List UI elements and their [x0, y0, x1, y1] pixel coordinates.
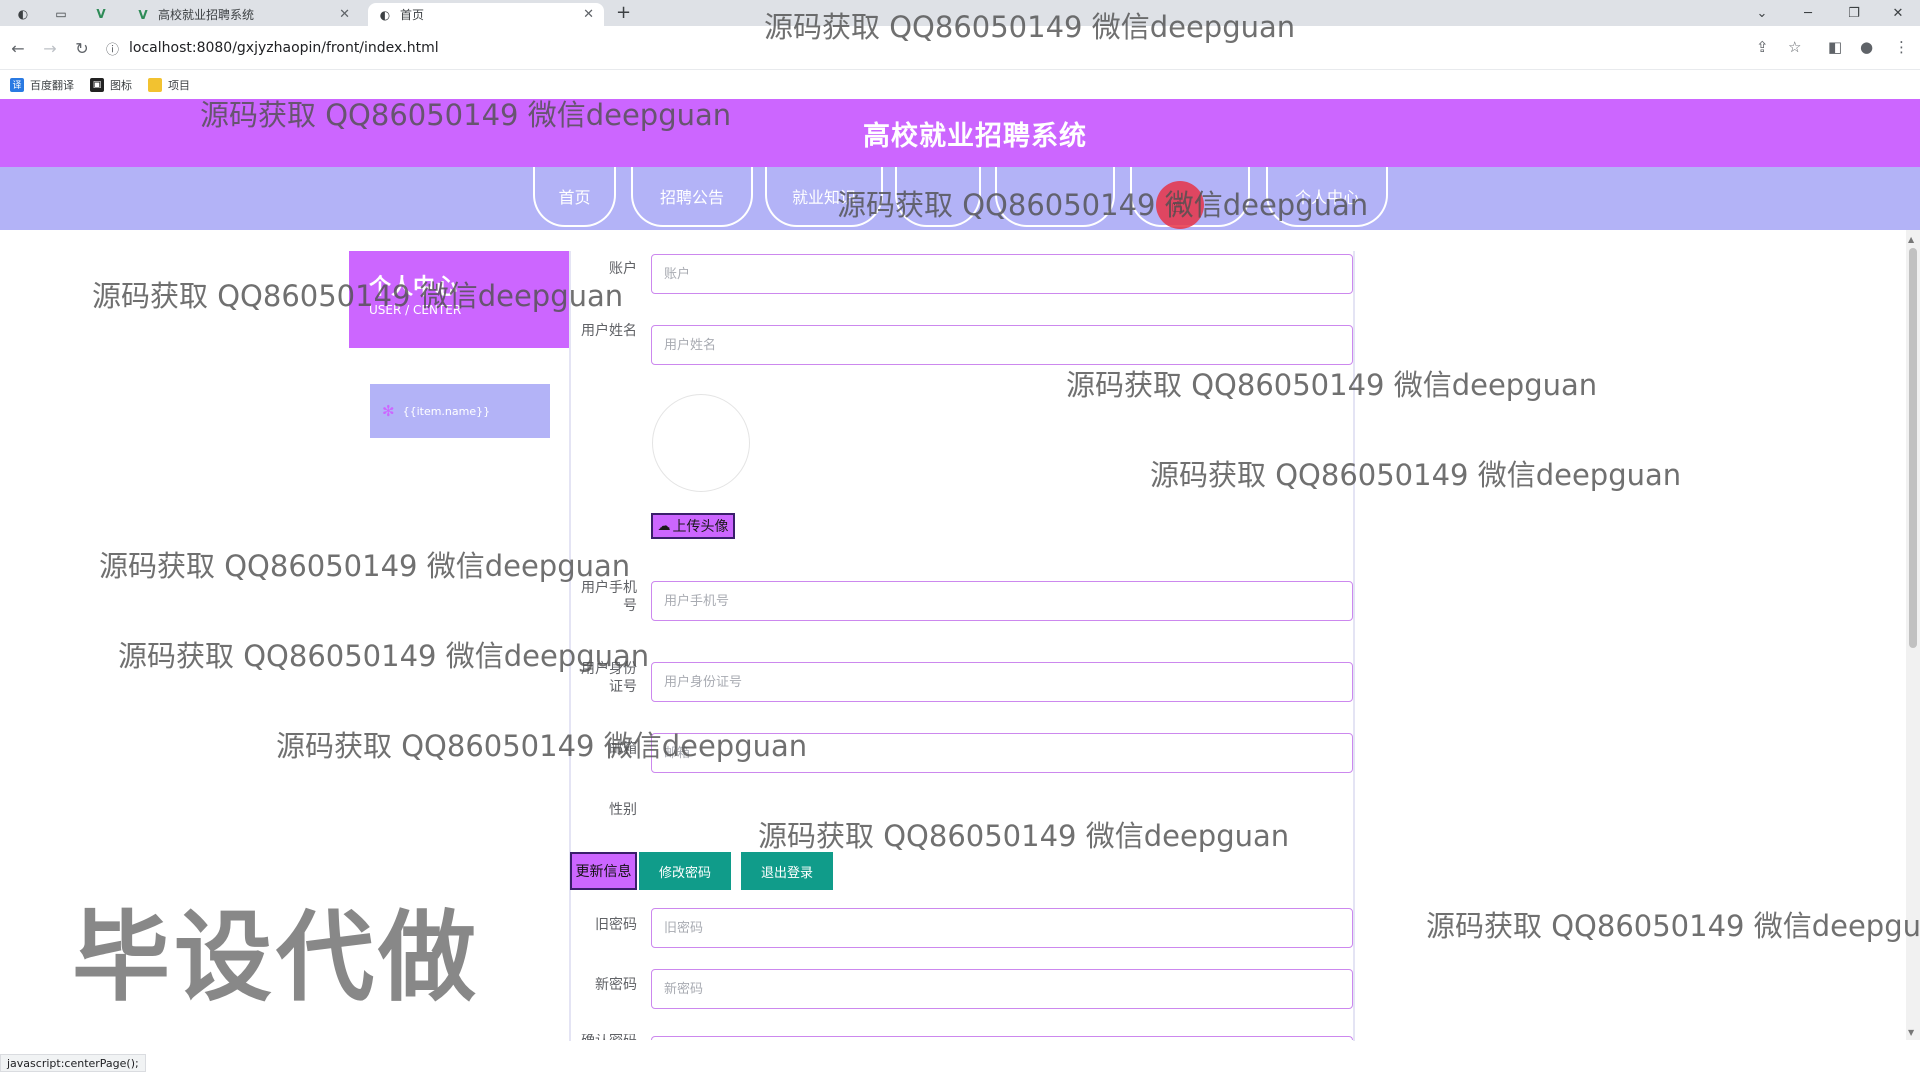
browser-tab[interactable]: V 高校就业招聘系统 ✕ — [126, 3, 360, 26]
browser-tab-active[interactable]: ◐ 首页 ✕ — [368, 3, 604, 26]
phone-input[interactable] — [651, 581, 1353, 621]
asterisk-icon: ✻ — [382, 402, 395, 420]
update-info-button[interactable]: 更新信息 — [570, 852, 637, 890]
profile-icon[interactable]: ● — [1860, 38, 1873, 56]
watermark: 源码获取 QQ86050149 微信deepguan — [837, 188, 1369, 222]
forward-icon[interactable]: → — [38, 36, 62, 60]
watermark: 源码获取 QQ86050149 微信deepguan — [764, 10, 1296, 44]
side-panel-icon[interactable]: ◧ — [1828, 38, 1842, 56]
restore-icon[interactable]: ❐ — [1832, 0, 1876, 26]
scroll-up-icon[interactable]: ▲ — [1908, 235, 1914, 244]
avatar — [652, 394, 750, 492]
id-card-input[interactable] — [651, 662, 1353, 702]
button-label: 退出登录 — [760, 865, 813, 881]
scrollbar-thumb[interactable] — [1909, 248, 1917, 648]
name-label: 用户姓名 — [581, 323, 637, 339]
pinned-tab-vue-icon[interactable]: V — [86, 3, 116, 25]
watermark: 源码获取 QQ86050149 微信deepguan — [92, 279, 624, 313]
old-password-input[interactable] — [651, 908, 1353, 948]
window-close-icon[interactable]: ✕ — [1876, 0, 1920, 26]
reload-icon[interactable]: ↻ — [70, 36, 94, 60]
watermark: 源码获取 QQ86050149 微信deepguan — [200, 98, 732, 132]
account-input[interactable] — [651, 254, 1353, 294]
close-tab-icon[interactable]: ✕ — [583, 7, 594, 22]
back-icon[interactable]: ← — [6, 36, 30, 60]
watermark: 源码获取 QQ86050149 微信deepguan — [1150, 458, 1682, 492]
sidebar-item-label: {{item.name}} — [402, 404, 491, 418]
bookmark-label: 百度翻译 — [30, 78, 74, 92]
change-password-button[interactable]: 修改密码 — [639, 852, 731, 890]
minimize-icon[interactable]: ─ — [1786, 0, 1830, 26]
logout-button[interactable]: 退出登录 — [741, 852, 833, 890]
watermark: 源码获取 QQ86050149 微信deepguan — [1066, 368, 1598, 402]
cloud-upload-icon: ☁ — [657, 518, 671, 534]
button-label: 修改密码 — [658, 865, 711, 881]
upload-avatar-button[interactable]: ☁ 上传头像 — [651, 513, 735, 539]
share-icon[interactable]: ⇪ — [1756, 38, 1769, 56]
tab-title: 首页 — [400, 8, 425, 22]
watermark: 源码获取 QQ86050149 微信deepguan — [1426, 909, 1920, 943]
menu-kebab-icon[interactable]: ⋮ — [1894, 38, 1909, 56]
url-text: localhost:8080/gxjyzhaopin/front/index.h… — [129, 40, 439, 56]
new-password-label: 新密码 — [595, 977, 637, 993]
vue-icon: V — [138, 7, 148, 22]
sidebar-menu-item[interactable]: ✻ {{item.name}} — [370, 384, 550, 438]
nav-label: 招聘公告 — [659, 188, 724, 207]
tab-title: 高校就业招聘系统 — [158, 8, 255, 22]
confirm-password-label: 确认密码 — [575, 1034, 637, 1040]
watermark: 源码获取 QQ86050149 微信deepguan — [758, 819, 1290, 853]
site-info-icon[interactable]: ⓘ — [106, 39, 119, 58]
watermark: 源码获取 QQ86050149 微信deepguan — [118, 639, 650, 673]
bookmark-item[interactable]: ▣ 图标 — [90, 77, 132, 93]
image-icon: ▣ — [90, 77, 104, 92]
nav-home[interactable]: 首页 — [533, 167, 616, 227]
nav-label: 首页 — [558, 188, 591, 207]
name-input[interactable] — [651, 325, 1353, 365]
new-tab-icon[interactable]: + — [616, 2, 631, 23]
upload-label: 上传头像 — [672, 519, 729, 535]
watermark-big: 毕设代做 — [72, 901, 481, 1015]
bookmark-label: 项目 — [168, 78, 190, 92]
old-password-label: 旧密码 — [595, 917, 637, 933]
globe-icon: ◐ — [379, 7, 391, 22]
nav-announcements[interactable]: 招聘公告 — [631, 167, 753, 227]
scroll-down-icon[interactable]: ▼ — [1908, 1028, 1914, 1037]
button-label: 更新信息 — [575, 864, 632, 880]
site-title: 高校就业招聘系统 — [863, 120, 1087, 152]
pinned-tab-blank-icon[interactable]: ▭ — [46, 3, 76, 25]
bookmark-item[interactable]: 译 百度翻译 — [10, 77, 74, 93]
pinned-tab-globe-icon[interactable]: ◐ — [8, 3, 38, 25]
bookmark-folder[interactable]: 项目 — [148, 77, 190, 93]
watermark: 源码获取 QQ86050149 微信deepguan — [276, 729, 808, 763]
watermark-clip: 源码获取 QQ86050149 微信deepguan — [1426, 903, 1920, 945]
gender-label: 性别 — [609, 802, 637, 818]
new-password-input[interactable] — [651, 969, 1353, 1009]
translate-icon: 译 — [10, 77, 24, 92]
bookmark-star-icon[interactable]: ☆ — [1788, 38, 1801, 56]
bookmark-label: 图标 — [110, 78, 132, 92]
confirm-password-input[interactable] — [651, 1036, 1353, 1040]
tab-search-icon[interactable]: ⌄ — [1740, 0, 1784, 26]
close-tab-icon[interactable]: ✕ — [339, 7, 350, 22]
status-bar-url: javascript:centerPage(); — [0, 1054, 146, 1072]
folder-icon — [148, 77, 162, 92]
watermark: 源码获取 QQ86050149 微信deepguan — [99, 549, 631, 583]
